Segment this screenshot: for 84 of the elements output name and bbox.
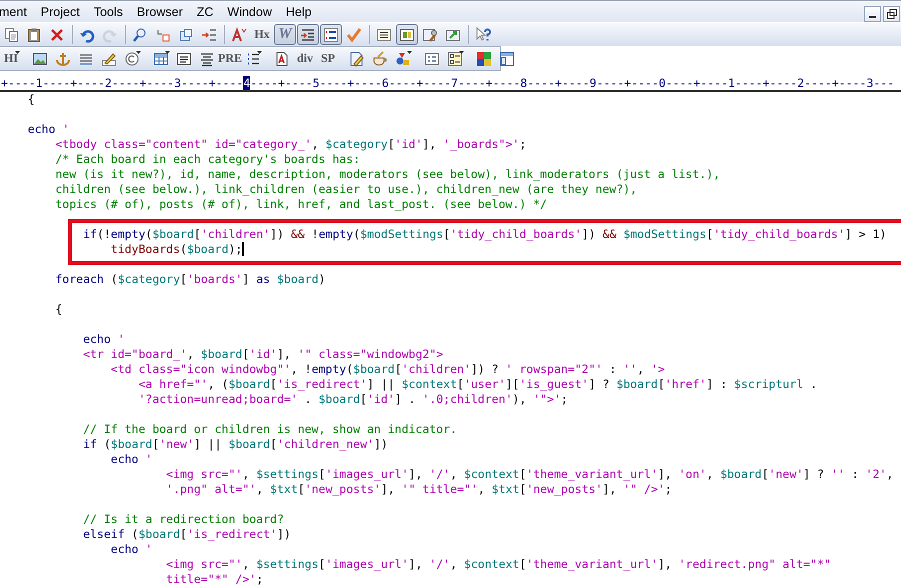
code-line: echo ': [82, 332, 126, 347]
edit-document-icon: [349, 50, 365, 66]
copy-icon: [3, 26, 19, 42]
code-line: title="*" />';: [165, 572, 264, 587]
caret-icon: [257, 51, 262, 54]
align-icon: [199, 50, 215, 66]
image-icon: [32, 50, 48, 66]
list-box-icon: [424, 50, 440, 66]
code-line: <img src="', $settings['images_url'], '/', $context['theme_variant_url'], 'on', $board['new'] ? '' : '2',: [165, 467, 894, 482]
code-line: <tbody class="content" id="category_', $category['id'], '_boards">';: [54, 137, 528, 152]
menu-item[interactable]: Window: [220, 4, 279, 18]
code-line: elseif ($board['is_redirect']): [82, 527, 292, 542]
code-line: tidyBoards($board);: [110, 242, 246, 257]
panel-icon: [499, 50, 515, 66]
toolbar-button[interactable]: SP: [317, 48, 339, 69]
code-line: <img src="', $settings['images_url'], '/', $context['theme_variant_url'], 'redirect.png" alt="*": [165, 557, 832, 572]
menu-item[interactable]: Help: [278, 4, 319, 18]
ruler-scale: ----+----5----+----6----+----7----+----8----+----9----+----0----+----1----+----2----+----3---: [250, 76, 894, 90]
toolbar-button[interactable]: HI: [0, 48, 22, 69]
menu-item[interactable]: Browser: [130, 4, 190, 18]
code-line: <td class="icon windowbg"', !empty($board['children']) ? ' rowspan="2"' : '', '>: [110, 362, 666, 377]
code-line: <a href="', ($board['is_redirect'] || $context['user']['is_guest'] ? $board['href'] : $scripturl .: [137, 377, 818, 392]
color-grid-icon: [476, 50, 492, 66]
delete-icon: [49, 26, 65, 42]
help-icon: [475, 26, 491, 42]
code-line: // Is it a redirection board?: [82, 512, 285, 527]
list-icon: [376, 26, 392, 42]
code-line: if(!empty($board['children']) && !empty($modSettings['tidy_child_boards']) && $modSettings['tidy_child_boards'] > 1): [82, 227, 888, 242]
code-line: echo ': [110, 542, 154, 557]
font-size-icon: [231, 26, 247, 42]
code-line: <tr id="board_', $board['id'], '" class="windowbg2">: [82, 347, 444, 362]
restore-button[interactable]: [883, 6, 900, 22]
code-line: // If the board or children is new, show an indicator.: [82, 422, 458, 437]
code-line: new (is it new?), id, name, description, moderators (see below), link_moderators (just a list.),: [54, 167, 722, 182]
text-box-icon: [176, 50, 192, 66]
column-marker: 4: [243, 76, 250, 90]
menu-item[interactable]: ment: [0, 4, 34, 18]
shapes-icon: [395, 50, 411, 66]
toolbar-button[interactable]: [297, 24, 319, 45]
table-icon: [153, 50, 169, 66]
code-line: '?action=unread;board=' . $board['id'] . '.0;children'), '">';: [137, 392, 569, 407]
code-line: if ($board['new'] || $board['children_new']): [82, 437, 389, 452]
layout-icon: [399, 26, 415, 42]
code-line: children (see below.), link_children (easier to use.), children_new (are they new?),: [54, 182, 638, 197]
code-line: '.png" alt="', $txt['new_posts'], '" title="', $txt['new_posts'], '" />';: [165, 482, 673, 497]
caret-icon: [136, 51, 141, 54]
restore-icon: [886, 9, 896, 19]
numbered-list-icon: [323, 26, 339, 42]
caret-icon: [165, 51, 170, 54]
tools-icon: [422, 26, 438, 42]
ruler-scale: +----1----+----2----+----3----+----: [1, 76, 244, 90]
toolbar-button[interactable]: [396, 24, 418, 45]
minimize-icon: [869, 16, 876, 18]
code-line: echo ': [110, 452, 154, 467]
copyright-icon: [124, 50, 140, 66]
menu-item[interactable]: Tools: [86, 4, 130, 18]
code-line: foreach ($category['boards'] as $board): [54, 272, 326, 287]
caret-icon: [407, 51, 412, 54]
checkmark-icon: [346, 26, 362, 42]
numbering-icon: [201, 26, 217, 42]
document-icon: [274, 50, 290, 66]
menu-item[interactable]: ZC: [190, 4, 220, 18]
search-icon: [132, 26, 148, 42]
indent-icon: [300, 26, 316, 42]
toolbar-button[interactable]: [320, 24, 342, 45]
code-line: {: [26, 92, 36, 107]
paste-icon: [26, 26, 42, 42]
code-line: /* Each board in each category's boards has:: [54, 152, 362, 167]
toolbar-button[interactable]: div: [294, 48, 316, 69]
bullet-list-icon: [245, 50, 261, 66]
toolbar-button[interactable]: Hx: [251, 24, 273, 45]
pencil-icon: [101, 50, 117, 66]
code-line: echo ': [26, 122, 70, 137]
menu-item[interactable]: Project: [34, 4, 87, 18]
caret-icon: [459, 51, 464, 54]
toolbar-button[interactable]: PRE: [219, 48, 241, 69]
code-line: topics (# of), posts (# of), link, href, and last_post. (see below.) */: [54, 197, 548, 212]
cup-icon: [372, 50, 388, 66]
code-line: {: [54, 302, 64, 317]
caret-icon: [15, 51, 20, 54]
minimize-button[interactable]: [864, 6, 881, 22]
anchor-icon: [55, 50, 71, 66]
window-icon: [178, 26, 194, 42]
form-icon: [447, 50, 463, 66]
